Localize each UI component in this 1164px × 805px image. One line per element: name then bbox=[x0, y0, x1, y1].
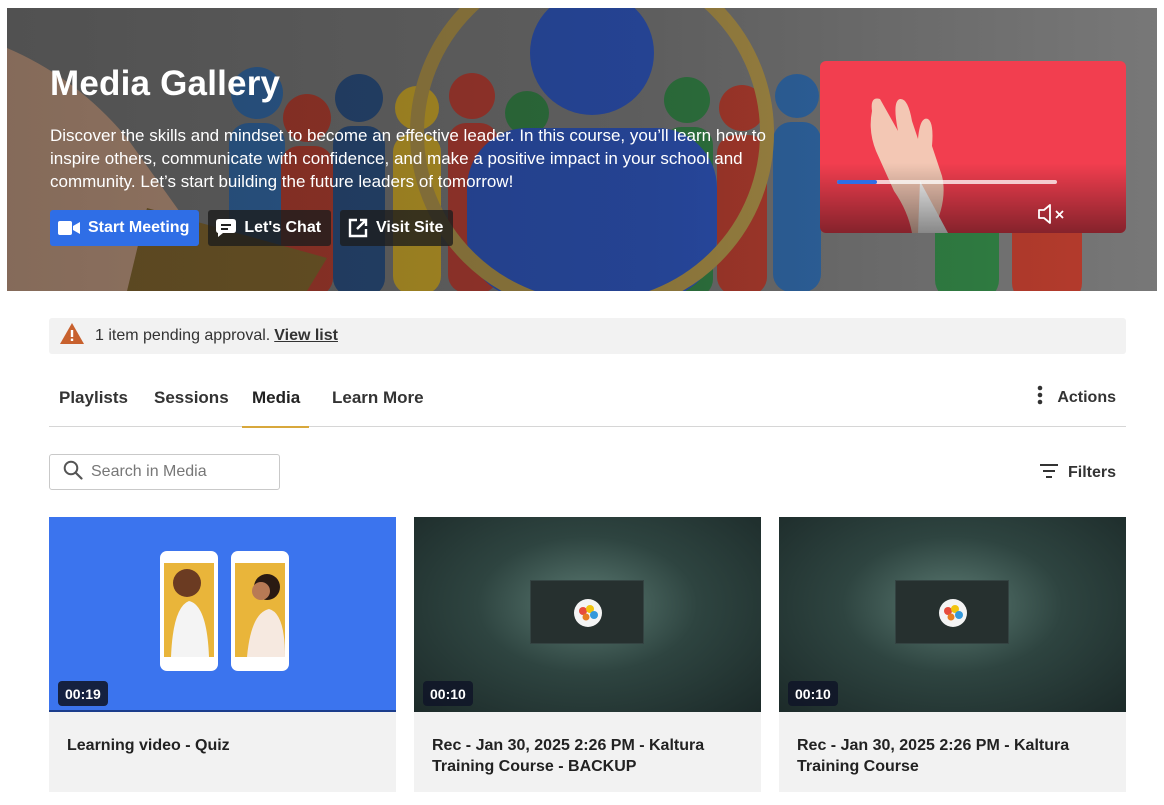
kaltura-logo-icon bbox=[938, 598, 968, 633]
lets-chat-button[interactable]: Let's Chat bbox=[208, 210, 332, 246]
mute-button[interactable] bbox=[1036, 203, 1070, 225]
start-meeting-label: Start Meeting bbox=[88, 219, 190, 236]
pending-approval-alert: 1 item pending approval. View list bbox=[49, 318, 1126, 354]
alert-message: 1 item pending approval. bbox=[95, 327, 271, 344]
filter-icon bbox=[1039, 463, 1058, 484]
tab-media[interactable]: Media bbox=[241, 368, 310, 428]
filters-label: Filters bbox=[1067, 464, 1116, 481]
filters-button[interactable]: Filters bbox=[1039, 458, 1116, 488]
video-progress-bar[interactable] bbox=[837, 180, 1057, 184]
external-link-icon bbox=[348, 218, 368, 238]
media-thumbnail: 00:19 bbox=[49, 517, 396, 712]
hero-banner: Media Gallery Discover the skills and mi… bbox=[7, 8, 1157, 291]
hero-video-player[interactable] bbox=[820, 61, 1126, 233]
kaltura-logo-icon bbox=[573, 598, 603, 633]
recording-screen-preview bbox=[895, 580, 1009, 644]
duration-badge: 00:10 bbox=[788, 681, 838, 706]
start-meeting-button[interactable]: Start Meeting bbox=[50, 210, 200, 246]
speaker-muted-icon bbox=[1036, 204, 1070, 229]
lets-chat-label: Let's Chat bbox=[244, 219, 322, 236]
media-title[interactable]: Learning video - Quiz bbox=[67, 735, 377, 756]
page-title: Media Gallery bbox=[50, 64, 281, 103]
media-thumbnail: 00:10 bbox=[414, 517, 761, 712]
search-input[interactable] bbox=[91, 463, 271, 481]
hero-description: Discover the skills and mindset to becom… bbox=[50, 126, 766, 191]
media-title[interactable]: Rec - Jan 30, 2025 2:26 PM - Kaltura Tra… bbox=[797, 735, 1107, 777]
duration-badge: 00:19 bbox=[58, 681, 108, 706]
view-list-link[interactable]: View list bbox=[274, 327, 338, 345]
gallery-tabs: Playlists Sessions Media Learn More Acti… bbox=[49, 368, 1126, 428]
media-card[interactable]: 00:10 Rec - Jan 30, 2025 2:26 PM - Kaltu… bbox=[414, 517, 761, 792]
media-thumbnail: 00:10 bbox=[779, 517, 1126, 712]
vertical-dots-icon bbox=[1037, 385, 1043, 410]
duration-badge: 00:10 bbox=[423, 681, 473, 706]
actions-label: Actions bbox=[1057, 388, 1116, 406]
warning-icon bbox=[60, 323, 84, 349]
hero-actions: Start Meeting Let's Chat Visit Site bbox=[50, 210, 454, 246]
tab-sessions[interactable]: Sessions bbox=[154, 368, 229, 427]
video-camera-icon bbox=[58, 220, 80, 236]
tab-playlists[interactable]: Playlists bbox=[59, 368, 128, 427]
media-title[interactable]: Rec - Jan 30, 2025 2:26 PM - Kaltura Tra… bbox=[432, 735, 742, 777]
video-progress-fill bbox=[837, 180, 877, 184]
chat-icon bbox=[216, 219, 237, 237]
media-card[interactable]: 00:19 Learning video - Quiz bbox=[49, 517, 396, 792]
visit-site-button[interactable]: Visit Site bbox=[340, 210, 454, 246]
search-box bbox=[49, 454, 280, 490]
media-card[interactable]: 00:10 Rec - Jan 30, 2025 2:26 PM - Kaltu… bbox=[779, 517, 1126, 792]
visit-site-label: Visit Site bbox=[376, 219, 444, 236]
tab-learn-more[interactable]: Learn More bbox=[332, 368, 424, 427]
search-icon bbox=[63, 460, 83, 485]
actions-menu-button[interactable]: Actions bbox=[1037, 368, 1116, 427]
recording-screen-preview bbox=[530, 580, 644, 644]
